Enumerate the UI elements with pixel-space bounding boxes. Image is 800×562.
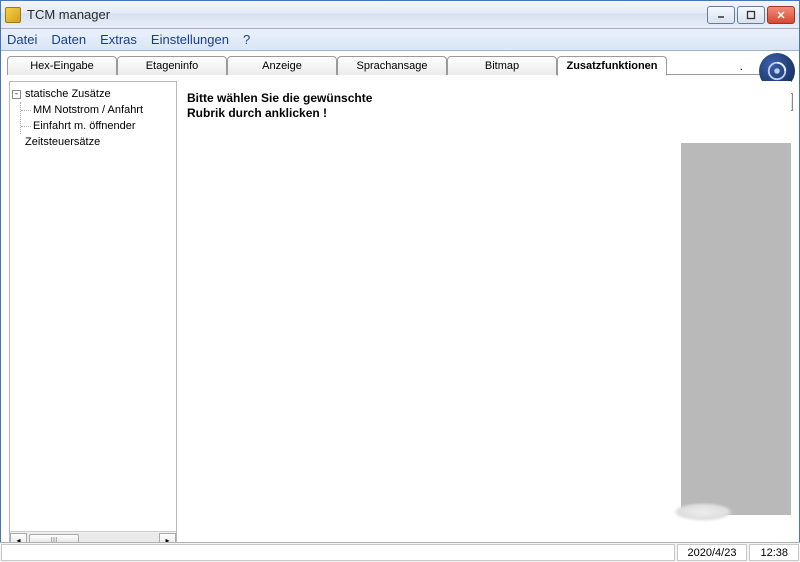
tree-collapse-icon[interactable]: - (12, 90, 21, 99)
window-title: TCM manager (27, 7, 707, 22)
tree-panel: - statische Zusätze MM Notstrom / Anfahr… (9, 81, 177, 549)
minimize-button[interactable] (707, 6, 735, 24)
tree-node-label: MM Notstrom / Anfahrt (33, 102, 143, 118)
maximize-button[interactable] (737, 6, 765, 24)
menu-extras[interactable]: Extras (100, 32, 137, 47)
right-sidebar (681, 143, 791, 515)
statusbar-time: 12:38 (749, 544, 799, 561)
window-controls (707, 6, 795, 24)
menubar: Datei Daten Extras Einstellungen ? (1, 29, 799, 51)
tree-node-label: Einfahrt m. öffnender (33, 118, 136, 134)
tab-hex-eingabe[interactable]: Hex-Eingabe (7, 56, 117, 75)
tree-node-mm-notstrom[interactable]: MM Notstrom / Anfahrt (21, 102, 174, 118)
statusbar-date: 2020/4/23 (677, 544, 748, 561)
tab-anzeige[interactable]: Anzeige (227, 56, 337, 75)
prompt-line-2: Rubrik durch anklicken ! (187, 106, 372, 121)
content-prompt: Bitte wählen Sie die gewünschte Rubrik d… (187, 91, 372, 121)
prompt-line-1: Bitte wählen Sie die gewünschte (187, 91, 372, 106)
tree-node-zeitsteuersaetze[interactable]: Zeitsteuersätze (25, 134, 174, 150)
trailing-dot-label: . (740, 59, 743, 73)
menu-datei[interactable]: Datei (7, 32, 37, 47)
tree-node-label: Zeitsteuersätze (25, 134, 100, 150)
tab-sprachansage[interactable]: Sprachansage (337, 56, 447, 75)
statusbar-spacer (1, 544, 675, 561)
titlebar: TCM manager (1, 1, 799, 29)
tab-zusatzfunktionen[interactable]: Zusatzfunktionen (557, 56, 667, 76)
statusbar: 2020/4/23 12:38 (0, 542, 800, 562)
app-icon (5, 7, 21, 23)
tree-node-label: statische Zusätze (25, 86, 111, 102)
tab-bitmap[interactable]: Bitmap (447, 56, 557, 75)
close-button[interactable] (767, 6, 795, 24)
menu-help[interactable]: ? (243, 32, 250, 47)
menu-einstellungen[interactable]: Einstellungen (151, 32, 229, 47)
menu-daten[interactable]: Daten (51, 32, 86, 47)
tree-node-statische-zusaetze[interactable]: - statische Zusätze (12, 86, 174, 102)
tab-etageninfo[interactable]: Etageninfo (117, 56, 227, 75)
tabstrip: Hex-Eingabe Etageninfo Anzeige Sprachans… (1, 51, 799, 75)
workspace: - statische Zusätze MM Notstrom / Anfahr… (1, 75, 799, 555)
tree-node-einfahrt[interactable]: Einfahrt m. öffnender (21, 118, 174, 134)
